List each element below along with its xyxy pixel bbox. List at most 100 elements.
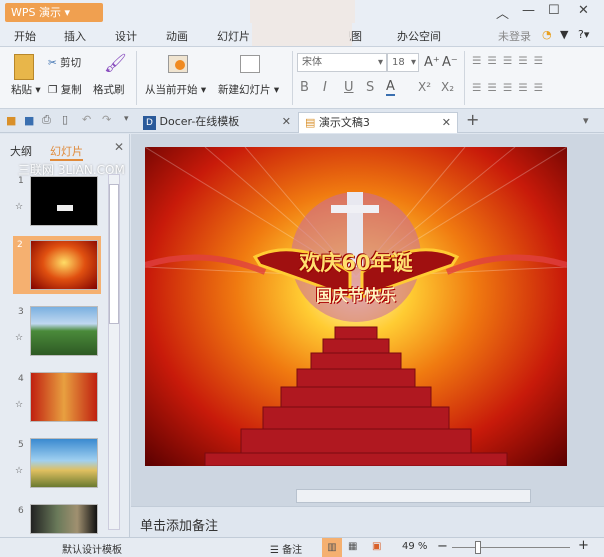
paste-button[interactable]: 粘贴 ▾ <box>11 82 41 97</box>
undo-icon[interactable]: ↶ <box>82 113 91 126</box>
title-bar: WPS 演示 ▾ ︿ — ☐ ✕ <box>0 0 604 23</box>
ribbon: 粘贴 ▾ ✂ 剪切 ❐ 复制 🖌 格式刷 从当前开始 ▾ 新建幻灯片 ▾ 宋体 ▾… <box>0 47 604 109</box>
skin-icon[interactable]: ▼ <box>560 28 568 41</box>
slideshow-icon[interactable]: ▣ <box>372 541 381 552</box>
slide-number: 4 <box>18 374 24 384</box>
template-name[interactable]: 默认设计模板 <box>62 541 122 556</box>
new-tab-icon[interactable]: + <box>466 110 479 129</box>
red-staircase <box>204 326 508 466</box>
tab-label: Docer-在线模板 <box>159 115 240 128</box>
help-icon[interactable]: ?▾ <box>578 28 589 41</box>
slide-thumbnail-3[interactable] <box>30 306 98 356</box>
preview-icon[interactable]: ▯ <box>62 113 68 126</box>
notes-pane[interactable]: 单击添加备注 <box>131 506 604 537</box>
slide-number: 5 <box>18 440 24 450</box>
collapse-ribbon-icon[interactable]: ︿ <box>496 3 509 22</box>
presentation-file-icon: ▤ <box>305 116 316 129</box>
font-color-icon[interactable]: A <box>386 79 395 96</box>
tab-list-icon[interactable]: ▾ <box>583 114 589 127</box>
strikethrough-icon[interactable]: S <box>366 80 374 95</box>
normal-view-icon[interactable]: ▥ <box>322 538 342 557</box>
cut-button[interactable]: ✂ 剪切 <box>48 55 81 70</box>
slides-panel: 大纲 幻灯片 ✕ 三联网 3LIAN.COM 1 ☆ 2 3 ☆ 4 ☆ 5 ☆… <box>0 134 130 537</box>
play-label: 从当前开始 <box>145 84 198 96</box>
slide-subtitle: 国庆节快乐 <box>315 286 396 305</box>
quick-access-dropdown-icon[interactable]: ▾ <box>124 114 129 124</box>
slide-sorter-icon[interactable]: ▦ <box>348 541 357 552</box>
tab-presentation-3[interactable]: ▤ 演示文稿3 ✕ <box>298 112 458 133</box>
divider <box>136 51 137 105</box>
close-icon[interactable]: ✕ <box>578 3 589 18</box>
minimize-icon[interactable]: — <box>522 3 535 18</box>
wps-app-menu-button[interactable]: WPS 演示 ▾ <box>5 3 103 22</box>
title-area <box>250 0 355 23</box>
zoom-slider[interactable] <box>452 547 570 548</box>
superscript-icon[interactable]: X² <box>418 80 431 94</box>
close-tab-icon[interactable]: ✕ <box>442 113 451 133</box>
login-link[interactable]: 未登录 <box>498 28 531 44</box>
shrink-font-icon[interactable]: A⁻ <box>442 55 458 70</box>
subscript-icon[interactable]: X₂ <box>441 80 454 94</box>
slide-thumbnail-5[interactable] <box>30 438 98 488</box>
scrollbar-thumb[interactable] <box>109 184 119 324</box>
slide-thumbnail-2[interactable] <box>30 240 98 290</box>
slide-number: 6 <box>18 506 24 516</box>
copy-button[interactable]: ❐ 复制 <box>48 82 82 97</box>
format-painter-button[interactable]: 格式刷 <box>93 82 125 97</box>
close-tab-icon[interactable]: ✕ <box>282 112 291 132</box>
scissors-icon: ✂ <box>48 57 57 69</box>
list-icons[interactable]: ☰☰☰☰☰ <box>472 55 549 67</box>
slide-thumbnail-1[interactable] <box>30 176 98 226</box>
grow-font-icon[interactable]: A⁺ <box>424 55 440 70</box>
redo-icon[interactable]: ↷ <box>102 113 111 126</box>
tab-slideshow[interactable]: 幻灯片 <box>217 28 250 44</box>
print-icon[interactable]: ⎙ <box>42 113 51 127</box>
font-name-select[interactable]: 宋体 ▾ <box>297 53 387 72</box>
play-from-current-button[interactable]: 从当前开始 ▾ <box>145 82 206 97</box>
notes-icon: ☰ <box>270 545 279 556</box>
new-slide-icon <box>240 55 260 73</box>
slide-title: 欢庆60年诞 <box>299 251 413 275</box>
open-icon[interactable]: ■ <box>6 114 16 127</box>
bold-icon[interactable]: B <box>300 80 309 95</box>
slide-thumbnail-6[interactable] <box>30 504 98 534</box>
maximize-icon[interactable]: ☐ <box>548 3 560 18</box>
paste-label: 粘贴 <box>11 84 32 96</box>
slide-number: 2 <box>17 240 23 250</box>
horizontal-scrollbar[interactable] <box>296 489 531 503</box>
tab-insert[interactable]: 插入 <box>64 28 86 44</box>
new-slide-button[interactable]: 新建幻灯片 ▾ <box>218 82 279 97</box>
tab-home[interactable]: 开始 <box>14 28 36 49</box>
zoom-level[interactable]: 49 % <box>402 541 427 552</box>
save-icon[interactable]: ■ <box>24 114 34 127</box>
sync-icon[interactable]: ◔ <box>542 28 552 41</box>
close-panel-icon[interactable]: ✕ <box>114 140 124 154</box>
font-size-select[interactable]: 18 ▾ <box>387 53 419 72</box>
document-tab-bar: ■ ■ ⎙ ▯ ↶ ↷ ▾ D Docer-在线模板 ✕ ▤ 演示文稿3 ✕ +… <box>0 109 604 133</box>
italic-icon[interactable]: I <box>323 80 327 95</box>
tab-animation[interactable]: 动画 <box>166 28 188 44</box>
animation-star-icon: ☆ <box>15 400 24 410</box>
align-icons[interactable]: ☰☰☰☰☰ <box>472 82 549 94</box>
paste-icon <box>14 54 34 80</box>
animation-star-icon: ☆ <box>15 466 24 476</box>
tab-office-space[interactable]: 办公空间 <box>397 28 441 44</box>
notes-toggle[interactable]: ☰ 备注 <box>270 541 302 556</box>
new-slide-label: 新建幻灯片 <box>218 84 271 96</box>
menu-bar: 开始 插入 设计 动画 幻灯片 视图 办公空间 未登录 ◔ ▼ ?▾ <box>0 23 604 49</box>
outline-tab[interactable]: 大纲 <box>10 143 32 159</box>
zoom-out-icon[interactable]: − <box>437 539 448 554</box>
underline-icon[interactable]: U <box>344 80 354 95</box>
tab-docer-templates[interactable]: D Docer-在线模板 ✕ <box>137 112 297 133</box>
obscured-area <box>252 23 352 46</box>
play-from-current-icon <box>168 55 188 73</box>
tab-design[interactable]: 设计 <box>115 28 137 44</box>
slide-number: 3 <box>18 307 24 317</box>
zoom-in-icon[interactable]: + <box>578 538 589 553</box>
slide-canvas[interactable]: 欢庆60年诞 国庆节快乐 <box>145 147 567 466</box>
slide-thumbnail-4[interactable] <box>30 372 98 422</box>
format-painter-icon: 🖌 <box>104 53 127 74</box>
copy-icon: ❐ <box>48 84 58 96</box>
zoom-slider-thumb[interactable] <box>474 541 481 554</box>
slides-tab[interactable]: 幻灯片 <box>50 143 83 161</box>
